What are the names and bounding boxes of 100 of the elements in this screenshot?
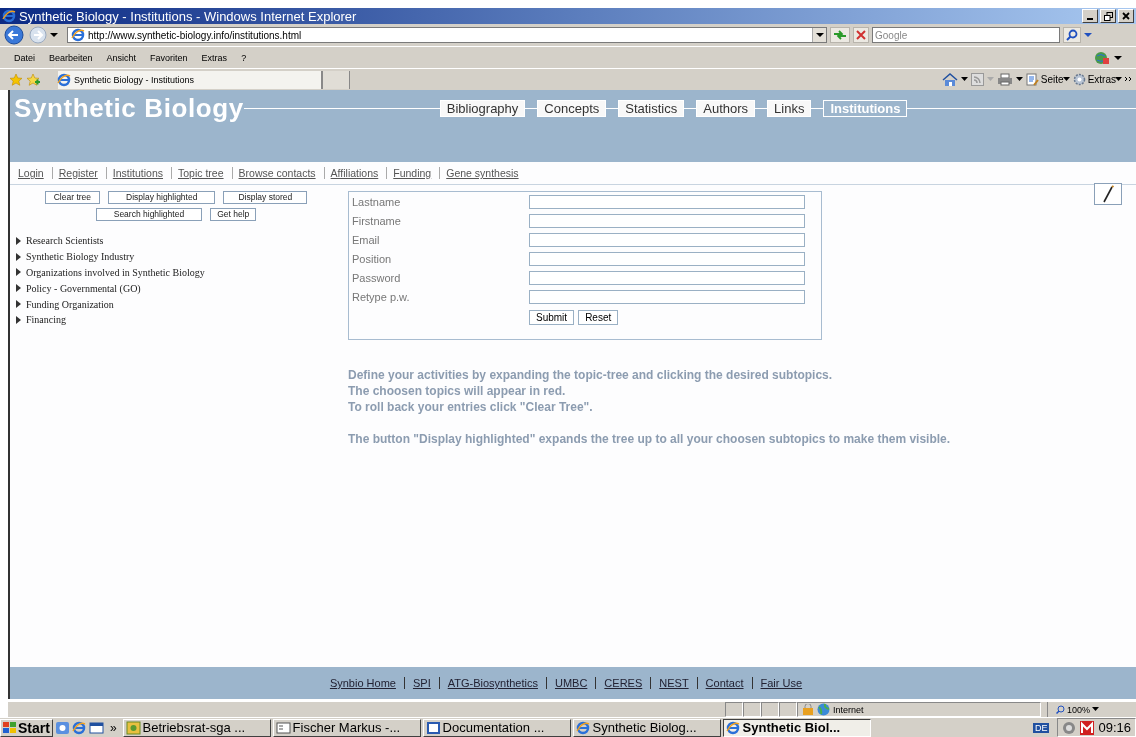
address-field[interactable]: http://www.synthetic-biology.info/institutions.html bbox=[67, 27, 827, 43]
close-button[interactable] bbox=[1118, 9, 1134, 23]
dropdown-icon[interactable] bbox=[1114, 54, 1122, 61]
expand-icon[interactable] bbox=[16, 236, 22, 245]
browser-icon[interactable] bbox=[71, 720, 87, 735]
tree-button[interactable]: Search highlighted bbox=[95, 208, 203, 221]
taskbar-button[interactable]: Documentation ... bbox=[422, 718, 571, 737]
tree-item[interactable]: Synthetic Biology Industry bbox=[26, 251, 135, 263]
taskbar-button[interactable]: Synthetic Biolog... bbox=[572, 718, 721, 737]
form-button[interactable]: Reset bbox=[578, 310, 619, 325]
back-icon[interactable] bbox=[4, 25, 26, 45]
add-favorite-icon[interactable] bbox=[26, 72, 40, 87]
field-label: Email bbox=[352, 234, 381, 246]
nav-link[interactable]: Institutions bbox=[105, 167, 171, 179]
nav-tab[interactable]: Links bbox=[767, 99, 812, 117]
expand-icon[interactable] bbox=[16, 268, 22, 277]
taskbar-button[interactable]: Betriebsrat-sga ... bbox=[122, 718, 271, 737]
more-button[interactable]: » bbox=[105, 720, 121, 735]
nav-tab[interactable]: Bibliography bbox=[439, 99, 526, 117]
minimize-button[interactable] bbox=[1082, 9, 1098, 23]
restore-icon bbox=[1103, 11, 1113, 21]
tree-item[interactable]: Financing bbox=[26, 314, 66, 326]
footer-link[interactable]: SPI bbox=[403, 677, 439, 689]
nav-tab[interactable]: Statistics bbox=[618, 99, 685, 117]
input-field[interactable] bbox=[529, 252, 805, 266]
input-field[interactable] bbox=[529, 233, 805, 247]
home-icon[interactable] bbox=[941, 72, 958, 87]
menu-item[interactable]: Extras bbox=[201, 52, 228, 63]
menu-item[interactable]: Bearbeiten bbox=[49, 52, 93, 63]
field-label: Position bbox=[352, 253, 393, 265]
footer-link[interactable]: Synbio Home bbox=[321, 677, 404, 689]
start-button[interactable]: Start bbox=[0, 718, 53, 737]
nav-link[interactable]: Login bbox=[14, 167, 52, 179]
dropdown-icon[interactable] bbox=[1015, 77, 1023, 82]
nav-link[interactable]: Affiliations bbox=[323, 167, 387, 179]
restore-button[interactable] bbox=[1100, 9, 1116, 23]
security-icon[interactable] bbox=[1062, 720, 1077, 735]
menu-item[interactable]: ? bbox=[241, 52, 247, 63]
page-menu-button[interactable]: Seite bbox=[1028, 73, 1070, 86]
menu-item[interactable]: Favoriten bbox=[150, 52, 188, 63]
desktop-icon[interactable] bbox=[88, 720, 104, 735]
clock: 09:16 bbox=[1098, 720, 1131, 735]
edit-button[interactable] bbox=[1094, 183, 1122, 205]
browser-tab[interactable]: Synthetic Biology - Institutions bbox=[58, 70, 323, 89]
menu-item[interactable]: Datei bbox=[14, 52, 35, 63]
footer-link[interactable]: UMBC bbox=[545, 677, 596, 689]
nav-link[interactable]: Register bbox=[51, 167, 106, 179]
nav-tab[interactable]: Authors bbox=[696, 99, 756, 117]
help-text: To roll back your entries click "Clear Tree". bbox=[348, 399, 594, 415]
antivirus-icon[interactable] bbox=[1080, 720, 1095, 735]
zone-label: Internet bbox=[833, 704, 864, 715]
windows-logo-icon bbox=[3, 721, 16, 734]
dropdown-icon[interactable] bbox=[50, 32, 58, 38]
tools-menu-button[interactable]: Extras bbox=[1075, 73, 1122, 86]
printer-icon[interactable] bbox=[996, 73, 1013, 86]
tree-button[interactable]: Display highlighted bbox=[108, 191, 216, 204]
footer-link[interactable]: ATG-Biosynthetics bbox=[438, 677, 546, 689]
pen-icon bbox=[1101, 185, 1115, 203]
dropdown-icon bbox=[1092, 707, 1100, 712]
stop-button[interactable] bbox=[853, 27, 869, 43]
chevron-icon[interactable] bbox=[1125, 76, 1132, 83]
expand-icon[interactable] bbox=[16, 315, 22, 324]
footer-link[interactable]: Contact bbox=[696, 677, 752, 689]
nav-link[interactable]: Gene synthesis bbox=[439, 167, 527, 179]
taskbar-button[interactable]: Synthetic Biol... bbox=[722, 718, 871, 737]
input-field[interactable] bbox=[529, 290, 805, 304]
footer-link[interactable]: NEST bbox=[650, 677, 697, 689]
tree-button[interactable]: Display stored bbox=[223, 191, 308, 204]
tree-button[interactable]: Clear tree bbox=[44, 191, 101, 204]
nav-tab[interactable]: Concepts bbox=[537, 99, 607, 117]
nav-link[interactable]: Browse contacts bbox=[231, 167, 324, 179]
document-icon bbox=[1025, 73, 1039, 86]
new-tab-button[interactable] bbox=[323, 70, 350, 89]
nav-link[interactable]: Topic tree bbox=[171, 167, 232, 179]
language-indicator[interactable]: DE bbox=[1032, 722, 1050, 733]
tree-button[interactable]: Get help bbox=[210, 208, 257, 221]
dropdown-icon[interactable] bbox=[960, 77, 968, 82]
taskbar-button[interactable]: Fischer Markus -... bbox=[272, 718, 421, 737]
tree-item[interactable]: Organizations involved in Synthetic Biology bbox=[26, 267, 205, 278]
search-icon bbox=[1066, 29, 1078, 41]
input-field[interactable] bbox=[529, 214, 805, 228]
expand-icon[interactable] bbox=[16, 300, 22, 309]
input-field[interactable] bbox=[529, 271, 805, 285]
dropdown-button[interactable] bbox=[812, 28, 826, 42]
footer-link[interactable]: CERES bbox=[595, 677, 651, 689]
status-panel bbox=[725, 702, 743, 717]
footer-link[interactable]: Fair Use bbox=[751, 677, 811, 689]
star-icon[interactable] bbox=[9, 72, 23, 87]
nav-link[interactable]: Funding bbox=[386, 167, 440, 179]
input-field[interactable] bbox=[529, 195, 805, 209]
form-button[interactable]: Submit bbox=[529, 310, 575, 325]
tree-item[interactable]: Funding Organization bbox=[26, 298, 114, 310]
search-button[interactable] bbox=[1063, 27, 1081, 43]
expand-icon[interactable] bbox=[16, 252, 22, 261]
quicklaunch-icon[interactable] bbox=[54, 720, 70, 735]
tree-item[interactable]: Research Scientists bbox=[26, 235, 104, 247]
expand-icon[interactable] bbox=[16, 284, 22, 293]
tree-item[interactable]: Policy - Governmental (GO) bbox=[26, 282, 141, 294]
menu-item[interactable]: Ansicht bbox=[106, 52, 137, 63]
search-field[interactable]: Google bbox=[872, 27, 1060, 43]
